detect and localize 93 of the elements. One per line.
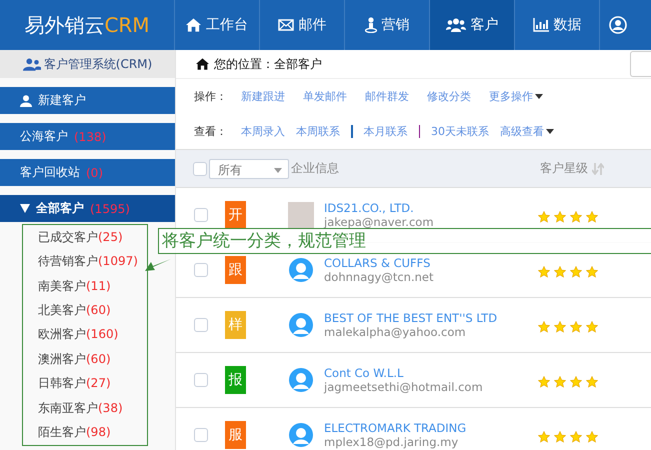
sidebar-subitem[interactable]: 东南亚客户(38) — [38, 400, 147, 417]
nav-tab[interactable]: 工作台 — [175, 0, 260, 50]
sort-icon[interactable] — [592, 162, 604, 174]
view-link[interactable]: 本周联系 — [296, 124, 340, 139]
person-icon — [364, 17, 376, 33]
status-tag: 服 — [225, 421, 246, 449]
sidebar-item[interactable]: 新建客户 — [0, 87, 175, 114]
status-tag: 样 — [225, 311, 246, 339]
star-icon — [554, 211, 566, 223]
row-checkbox[interactable] — [194, 373, 208, 387]
star-icon — [570, 376, 582, 388]
toolbar-label: 查看： — [194, 124, 227, 139]
company-link[interactable]: IDS21.CO., LTD. — [324, 202, 538, 214]
row-checkbox[interactable] — [194, 263, 208, 277]
sidebar-item[interactable]: 客户回收站 (0) — [0, 159, 175, 186]
row-checkbox[interactable] — [194, 428, 208, 442]
star-icon — [538, 321, 550, 333]
action-link[interactable]: 邮件群发 — [365, 89, 409, 104]
sidebar-title-text: 客户管理系统(CRM) — [44, 56, 152, 72]
star-icon — [554, 321, 566, 333]
view-link[interactable]: 本月联系 — [364, 124, 408, 139]
column-header: 客户星级 — [540, 160, 588, 177]
account-icon — [609, 16, 627, 34]
nav-tab[interactable]: 邮件 — [260, 0, 345, 50]
star-icon — [586, 211, 598, 223]
avatar-icon — [289, 313, 313, 337]
photo-placeholder — [288, 202, 314, 228]
avatar-icon — [289, 258, 313, 282]
sidebar-subitem[interactable]: 澳洲客户(60) — [38, 350, 147, 368]
star-icon — [586, 376, 598, 388]
select-all-checkbox[interactable] — [193, 162, 207, 176]
avatar-icon — [289, 368, 313, 392]
sidebar-subitem[interactable]: 日韩客户(27) — [38, 375, 147, 392]
star-icon — [538, 211, 550, 223]
star-icon — [570, 211, 582, 223]
email-text: jakepa@naver.com — [324, 216, 435, 228]
sidebar-subitem[interactable]: 欧洲客户(160) — [38, 326, 147, 344]
status-tag: 开 — [225, 201, 246, 229]
row-checkbox[interactable] — [194, 318, 208, 332]
sidebar-subitem[interactable]: 已成交客户(25) — [38, 228, 147, 246]
avatar-icon — [289, 423, 313, 447]
more-actions-dropdown[interactable]: 更多操作 — [489, 89, 543, 104]
action-link[interactable]: 单发邮件 — [303, 89, 347, 104]
star-icon — [554, 266, 566, 278]
users-icon — [22, 58, 41, 70]
breadcrumb: 您的位置：全部客户 — [214, 56, 322, 72]
star-icon — [570, 321, 582, 333]
star-icon — [554, 431, 566, 443]
status-tag: 报 — [225, 366, 246, 394]
filter-select[interactable]: 所有 — [209, 158, 289, 178]
sidebar-item[interactable]: 公海客户 (138) — [0, 123, 175, 150]
action-link[interactable]: 新建跟进 — [241, 89, 285, 104]
company-link[interactable]: COLLARS & CUFFS — [324, 256, 538, 270]
view-link[interactable]: 本周录入 — [241, 124, 285, 139]
toolbar-label: 操作： — [194, 89, 227, 104]
sidebar-subitem[interactable]: 陌生客户(98) — [38, 424, 147, 442]
row-checkbox[interactable] — [194, 208, 208, 222]
star-icon — [538, 431, 550, 443]
star-icon — [538, 376, 550, 388]
status-tag: 跟 — [225, 256, 246, 284]
star-icon — [570, 266, 582, 278]
star-icon — [538, 266, 550, 278]
company-link[interactable]: Cont Co W.L.L — [324, 366, 538, 380]
mail-icon — [278, 19, 294, 31]
sidebar-subitem[interactable]: 南美客户(11) — [38, 278, 147, 295]
annotation-callout: 将客户统一分类，规范管理 — [158, 228, 651, 254]
users-icon — [446, 18, 466, 32]
caret-icon — [20, 204, 30, 213]
company-link[interactable]: BEST OF THE BEST ENT''S LTD — [324, 312, 538, 324]
sidebar-subitem[interactable]: 北美客户(60) — [38, 302, 147, 320]
company-link[interactable]: ELECTROMARK TRADING — [324, 422, 538, 434]
column-header: 企业信息 — [291, 160, 340, 177]
sidebar-subitem[interactable]: 待营销客户(1097) — [38, 253, 147, 270]
nav-tab[interactable]: 数据 — [515, 0, 600, 50]
action-link[interactable]: 修改分类 — [427, 89, 471, 104]
view-link[interactable]: 30天未联系 — [431, 124, 489, 139]
home-icon — [196, 58, 209, 70]
sidebar-item[interactable]: 全部客户 (1595) — [0, 195, 175, 222]
star-icon — [586, 431, 598, 443]
home-icon — [186, 18, 201, 32]
advanced-view-dropdown[interactable]: 高级查看 — [500, 124, 554, 139]
star-icon — [554, 376, 566, 388]
chart-icon — [532, 18, 548, 32]
search-field[interactable] — [630, 51, 651, 77]
email-text: dohnnagy@tcn.net — [324, 270, 435, 284]
email-text: jagmeetsethi@hotmail.com — [324, 380, 484, 394]
star-icon — [570, 431, 582, 443]
star-icon — [586, 266, 598, 278]
person-icon — [20, 94, 32, 106]
nav-tab[interactable]: 客户 — [430, 0, 515, 50]
email-text: malekalpha@yahoo.com — [324, 326, 467, 338]
star-icon — [586, 321, 598, 333]
email-text: mplex18@pd.jaring.my — [324, 436, 460, 448]
